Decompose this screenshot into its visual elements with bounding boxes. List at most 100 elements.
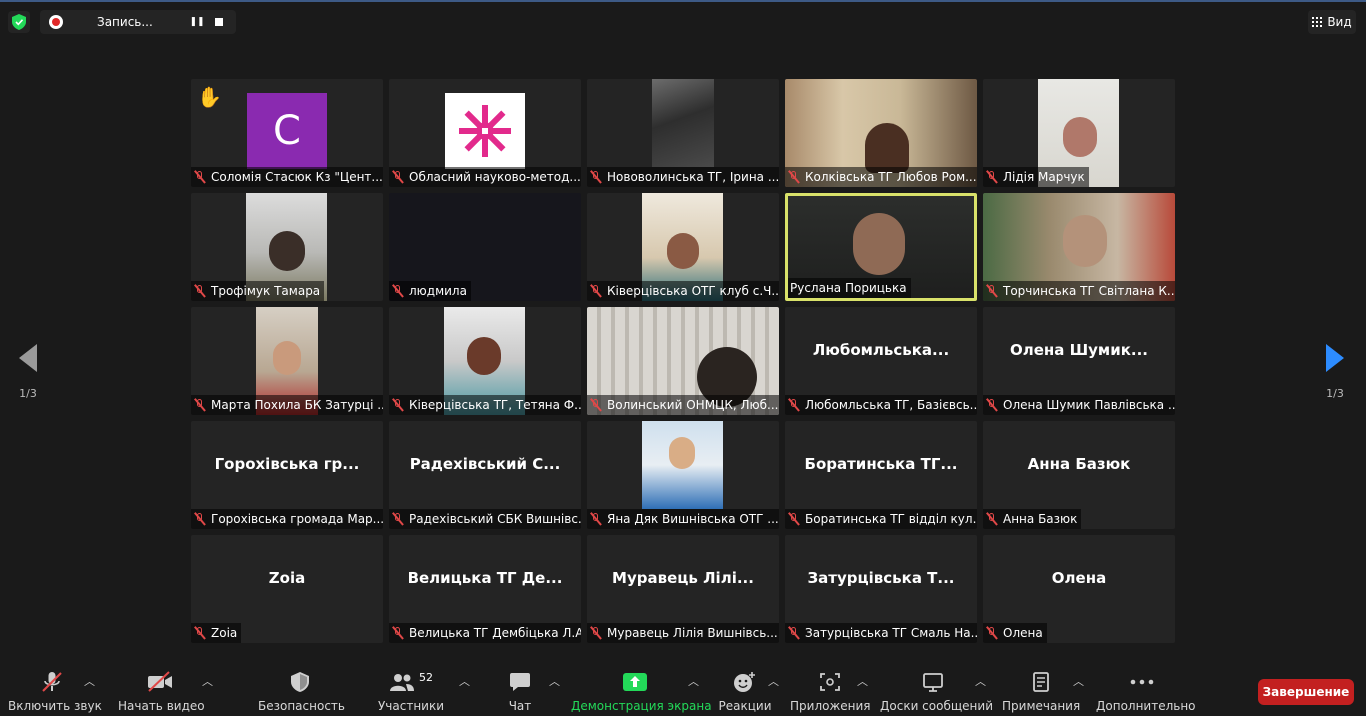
participant-silhouette [865,123,909,173]
muted-mic-icon [787,626,801,640]
muted-mic-icon [193,170,207,184]
muted-mic-icon [985,626,999,640]
whiteboards-options-caret-icon[interactable]: ︿ [975,673,986,689]
next-page-nav[interactable]: 1/3 [1315,344,1355,400]
muted-mic-icon [787,170,801,184]
unmute-button[interactable]: Включить звук [8,671,102,716]
chat-bubble-icon [500,671,540,693]
participant-tile[interactable]: Ківерцівська ТГ, Тетяна Ф... [389,307,581,415]
organization-logo-icon [445,93,525,169]
participant-name: Колківська ТГ Любов Ром... [785,167,977,187]
muted-mic-icon [193,626,207,640]
view-button[interactable]: Вид [1308,10,1356,34]
participant-name: Волинський ОНМЦК, Люб... [587,395,779,415]
muted-mic-icon [985,284,999,298]
participant-name: Руслана Порицька [788,278,911,298]
recording-label: Запись... [97,15,153,29]
participant-tile[interactable]: Муравець Лілі... Муравець Лілія Вишнівсь… [587,535,779,643]
muted-mic-icon [193,398,207,412]
muted-mic-icon [589,398,603,412]
participant-tile[interactable]: Лідія Марчук [983,79,1175,187]
share-screen-icon [571,671,699,693]
prev-page-arrow-icon[interactable] [8,344,48,379]
participant-tile[interactable]: Ківерцівська ОТГ клуб с.Ч... [587,193,779,301]
record-dot-icon [49,15,63,29]
participant-tile[interactable]: Обласний науково-метод... [389,79,581,187]
more-dots-icon [1096,671,1188,693]
participant-tile[interactable]: Марта Похила БК Затурці ... [191,307,383,415]
start-video-button[interactable]: Начать видео [118,671,205,716]
whiteboard-icon [880,671,986,693]
participant-tile[interactable]: Затурцівська Т... Затурцівська ТГ Смаль … [785,535,977,643]
participant-name: Лідія Марчук [983,167,1089,187]
participant-tile[interactable]: Анна Базюк Анна Базюк [983,421,1175,529]
participant-tile[interactable]: Горохівська гр... Горохівська громада Ма… [191,421,383,529]
chat-button[interactable]: Чат [500,671,540,716]
video-options-caret-icon[interactable]: ︿ [202,673,213,689]
reactions-button[interactable]: Реакции [716,671,774,716]
top-accent-line [0,0,1366,2]
encryption-shield-icon[interactable] [8,11,30,33]
recording-indicator: Запись... ❚❚ [40,10,236,34]
participants-icon: 52 [376,671,446,693]
audio-options-caret-icon[interactable]: ︿ [84,673,95,689]
share-screen-button[interactable]: Демонстрация экрана [571,671,712,716]
muted-mic-icon [589,284,603,298]
participant-display-name: Муравець Лілі... [612,569,754,587]
participants-button[interactable]: 52 Участники [376,671,446,716]
participant-tile[interactable]: Радехівський С... Радехівський СБК Вишні… [389,421,581,529]
participant-silhouette [667,233,699,269]
more-button[interactable]: Дополнительно [1096,671,1196,716]
raised-hand-icon: ✋ [197,85,222,109]
participant-tile[interactable]: Торчинська ТГ Світлана К... [983,193,1175,301]
participant-tile[interactable]: С ✋ Соломія Стасюк Кз "Цент... [191,79,383,187]
participant-name: Анна Базюк [983,509,1082,529]
notes-options-caret-icon[interactable]: ︿ [1073,673,1084,689]
participant-tile[interactable]: Zoia Zoia [191,535,383,643]
participant-tile[interactable]: Велицька ТГ Де... Велицька ТГ Дембіцька … [389,535,581,643]
participants-options-caret-icon[interactable]: ︿ [459,673,470,689]
participant-display-name: Велицька ТГ Де... [407,569,563,587]
participant-display-name: Олена [1051,569,1107,587]
participant-name: Радехівський СБК Вишнівс... [389,509,581,529]
participant-tile[interactable]: Яна Дяк Вишнівська ОТГ ... [587,421,779,529]
participant-tile[interactable]: людмила [389,193,581,301]
participant-name: Затурцівська ТГ Смаль На... [785,623,977,643]
share-options-caret-icon[interactable]: ︿ [688,673,699,689]
prev-page-indicator: 1/3 [19,387,37,400]
participant-tile[interactable]: Нововолинська ТГ, Ірина ... [587,79,779,187]
whiteboards-button[interactable]: Доски сообщений [880,671,993,716]
participant-tile[interactable]: Любомльська... Любомльська ТГ, Базієвсь.… [785,307,977,415]
apps-options-caret-icon[interactable]: ︿ [857,673,868,689]
stop-recording-icon[interactable] [211,14,227,30]
muted-mic-icon [391,170,405,184]
participant-tile[interactable]: Олена Олена [983,535,1175,643]
participant-tile[interactable]: Волинський ОНМЦК, Люб... [587,307,779,415]
security-label: Безопасность [258,699,345,713]
reactions-options-caret-icon[interactable]: ︿ [768,673,779,689]
active-speaker-tile[interactable]: Руслана Порицька [785,193,977,301]
next-page-arrow-icon[interactable] [1315,344,1355,379]
participant-name: Ківерцівська ТГ, Тетяна Ф... [389,395,581,415]
participant-name: Обласний науково-метод... [389,167,581,187]
chat-options-caret-icon[interactable]: ︿ [549,673,560,689]
participant-name: Горохівська громада Мар... [191,509,383,529]
participant-tile[interactable]: Трофімук Тамара [191,193,383,301]
pause-recording-icon[interactable]: ❚❚ [189,14,205,30]
participant-tile[interactable]: Боратинська ТГ... Боратинська ТГ відділ … [785,421,977,529]
muted-mic-icon [391,626,405,640]
end-meeting-button[interactable]: Завершение [1258,679,1354,705]
meeting-toolbar: Включить звук ︿ Начать видео ︿ Безопасно… [0,663,1366,716]
muted-mic-icon [589,626,603,640]
muted-mic-icon [985,512,999,526]
participant-name: Олена [983,623,1047,643]
participant-tile[interactable]: Олена Шумик... Олена Шумик Павлівська ..… [983,307,1175,415]
more-label: Дополнительно [1096,699,1196,713]
top-bar: Запись... ❚❚ Вид [0,0,1366,44]
muted-mic-icon [391,398,405,412]
next-page-indicator: 1/3 [1326,387,1344,400]
notes-button[interactable]: Примечания [1002,671,1080,716]
security-button[interactable]: Безопасность [258,671,345,716]
participant-tile[interactable]: Колківська ТГ Любов Ром... [785,79,977,187]
prev-page-nav[interactable]: 1/3 [8,344,48,400]
